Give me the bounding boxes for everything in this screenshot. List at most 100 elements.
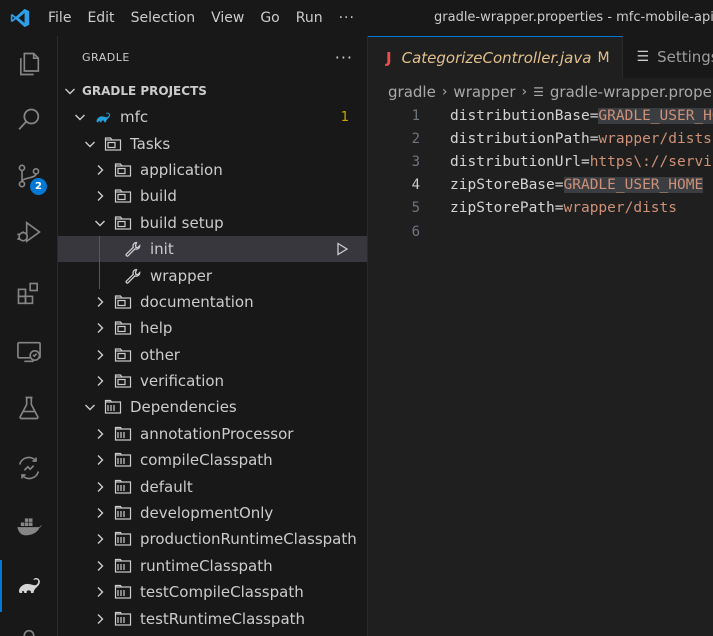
equals-sign: = bbox=[554, 177, 564, 194]
code-line[interactable]: 2 distributionPath=wrapper/dists bbox=[368, 127, 713, 150]
explorer-icon[interactable] bbox=[0, 38, 58, 90]
code-line[interactable]: 3 distributionUrl=https\://services.gradl… bbox=[368, 150, 713, 173]
tree-item-task[interactable]: init bbox=[58, 235, 367, 263]
breadcrumb-item[interactable]: wrapper bbox=[453, 83, 515, 101]
remote-explorer-icon[interactable] bbox=[0, 326, 58, 378]
dependencies-icon bbox=[114, 558, 132, 574]
settings-list-icon: ☰ bbox=[636, 49, 650, 65]
breadcrumb-item[interactable]: gradle bbox=[388, 83, 436, 101]
tree-item-label: mfc bbox=[120, 108, 149, 127]
folder-icon bbox=[114, 373, 132, 389]
chevron-right-icon bbox=[92, 479, 108, 495]
tab-label: CategorizeController.java bbox=[401, 48, 592, 67]
modified-badge: M bbox=[597, 49, 610, 66]
docker-icon[interactable] bbox=[0, 500, 58, 552]
menu-item-more[interactable]: ··· bbox=[331, 0, 363, 36]
chevron-down-icon bbox=[72, 109, 88, 125]
menu-item-run[interactable]: Run bbox=[288, 0, 331, 36]
code-text: zipStoreBase=GRADLE_USER_HOME bbox=[450, 177, 704, 194]
chevron-right-icon bbox=[92, 188, 108, 204]
problem-count: 1 bbox=[340, 109, 349, 125]
wrench-icon bbox=[124, 268, 142, 284]
dependencies-icon bbox=[104, 399, 122, 415]
section-title: GRADLE PROJECTS bbox=[82, 84, 207, 98]
tree-item-dependencies[interactable]: Dependencies bbox=[58, 394, 367, 420]
menu-item-edit[interactable]: Edit bbox=[79, 0, 122, 36]
tree-item-configuration[interactable]: testRuntimeClasspath bbox=[58, 605, 367, 631]
menu-bar: File Edit Selection View Go Run ··· bbox=[40, 0, 363, 36]
extensions-icon[interactable] bbox=[0, 268, 58, 320]
property-value: GRADLE_USER_HOME bbox=[563, 177, 704, 194]
line-number: 5 bbox=[411, 200, 420, 217]
chevron-right-icon bbox=[92, 611, 108, 627]
dependencies-icon bbox=[114, 584, 132, 600]
chevron-right-icon bbox=[92, 347, 108, 363]
code-line[interactable]: 5 zipStorePath=wrapper/dists bbox=[368, 197, 713, 220]
line-number: 6 bbox=[411, 223, 420, 240]
tab-settings[interactable]: ☰ Settings bbox=[623, 36, 713, 78]
code-line[interactable]: 1 distributionBase=GRADLE_USER_HOME bbox=[368, 104, 713, 127]
tree-item-configuration[interactable]: compileClasspath bbox=[58, 447, 367, 473]
property-key: zipStorePath bbox=[450, 200, 555, 217]
source-control-icon[interactable]: 2 bbox=[0, 150, 58, 202]
breadcrumb-item[interactable]: gradle-wrapper.properties bbox=[550, 83, 713, 101]
more-actions-icon[interactable]: ··· bbox=[335, 48, 353, 67]
line-number: 1 bbox=[411, 107, 420, 124]
testing-icon[interactable] bbox=[0, 382, 58, 434]
gradle-projects-section[interactable]: GRADLE PROJECTS bbox=[58, 78, 367, 104]
tree-item-task-group[interactable]: verification bbox=[58, 368, 367, 394]
chevron-down-icon bbox=[65, 88, 75, 95]
tree-item-task-group[interactable]: build setup bbox=[58, 210, 367, 236]
tree-item-label: build setup bbox=[140, 213, 224, 232]
chevron-right-icon: › bbox=[441, 84, 448, 100]
tree-item-task-group[interactable]: documentation bbox=[58, 289, 367, 315]
chevron-right-icon bbox=[92, 558, 108, 574]
menu-item-view[interactable]: View bbox=[203, 0, 252, 36]
menu-item-selection[interactable]: Selection bbox=[123, 0, 204, 36]
tree-item-task-group[interactable]: application bbox=[58, 157, 367, 183]
chevron-right-icon bbox=[92, 294, 108, 310]
tree-item-task-group[interactable]: other bbox=[58, 342, 367, 368]
gradle-sidebar: GRADLE ··· GRADLE PROJECTS mfc 1 Tasks appl… bbox=[58, 36, 368, 636]
code-editor[interactable]: 1distributionBase=GRADLE_USER_HOME2distr… bbox=[368, 104, 713, 243]
menu-item-file[interactable]: File bbox=[40, 0, 79, 36]
run-task-icon[interactable] bbox=[335, 242, 349, 256]
menu-item-go[interactable]: Go bbox=[252, 0, 287, 36]
tab-categorize-controller[interactable]: J CategorizeController.java M bbox=[368, 36, 623, 78]
code-text: distributionUrl=https\://services.gradle… bbox=[450, 154, 713, 170]
tree-item-tasks[interactable]: Tasks bbox=[58, 130, 367, 156]
chevron-right-icon bbox=[92, 373, 108, 389]
code-line[interactable]: 4 zipStoreBase=GRADLE_USER_HOME bbox=[368, 174, 713, 197]
property-value: wrapper/dists bbox=[598, 130, 712, 147]
tree-item-configuration[interactable]: testCompileClasspath bbox=[58, 579, 367, 605]
properties-file-icon: ☰ bbox=[533, 85, 544, 99]
code-line[interactable]: 6 bbox=[368, 220, 713, 243]
tree-item-project[interactable]: mfc 1 bbox=[58, 104, 367, 130]
tree-item-task-group[interactable]: build bbox=[58, 183, 367, 209]
tree-item-task-group[interactable]: help bbox=[58, 315, 367, 341]
chevron-right-icon bbox=[92, 162, 108, 178]
run-debug-icon[interactable] bbox=[0, 206, 58, 258]
property-value: https\://services.gradle.org/distributio… bbox=[589, 153, 713, 170]
tree-item-configuration[interactable]: developmentOnly bbox=[58, 500, 367, 526]
tree-item-label: default bbox=[140, 477, 193, 496]
equals-sign: = bbox=[580, 153, 590, 170]
folder-icon bbox=[114, 215, 132, 231]
chevron-right-icon bbox=[92, 452, 108, 468]
tree-item-configuration[interactable]: annotationProcessor bbox=[58, 421, 367, 447]
tree-item-configuration[interactable]: runtimeClasspath bbox=[58, 553, 367, 579]
property-key: distributionBase bbox=[450, 107, 590, 124]
gradle-icon[interactable] bbox=[0, 560, 58, 612]
accounts-icon[interactable] bbox=[0, 614, 58, 636]
tree-item-configuration[interactable]: productionRuntimeClasspath bbox=[58, 526, 367, 552]
tree-item-configuration[interactable]: default bbox=[58, 473, 367, 499]
chevron-down-icon bbox=[82, 136, 98, 152]
search-icon[interactable] bbox=[0, 94, 58, 146]
property-value: wrapper/dists bbox=[563, 200, 678, 217]
gitlens-icon[interactable] bbox=[0, 442, 58, 494]
code-text: zipStorePath=wrapper/dists bbox=[450, 200, 677, 216]
tree-item-task[interactable]: wrapper bbox=[58, 262, 367, 288]
line-number: 2 bbox=[411, 130, 420, 147]
